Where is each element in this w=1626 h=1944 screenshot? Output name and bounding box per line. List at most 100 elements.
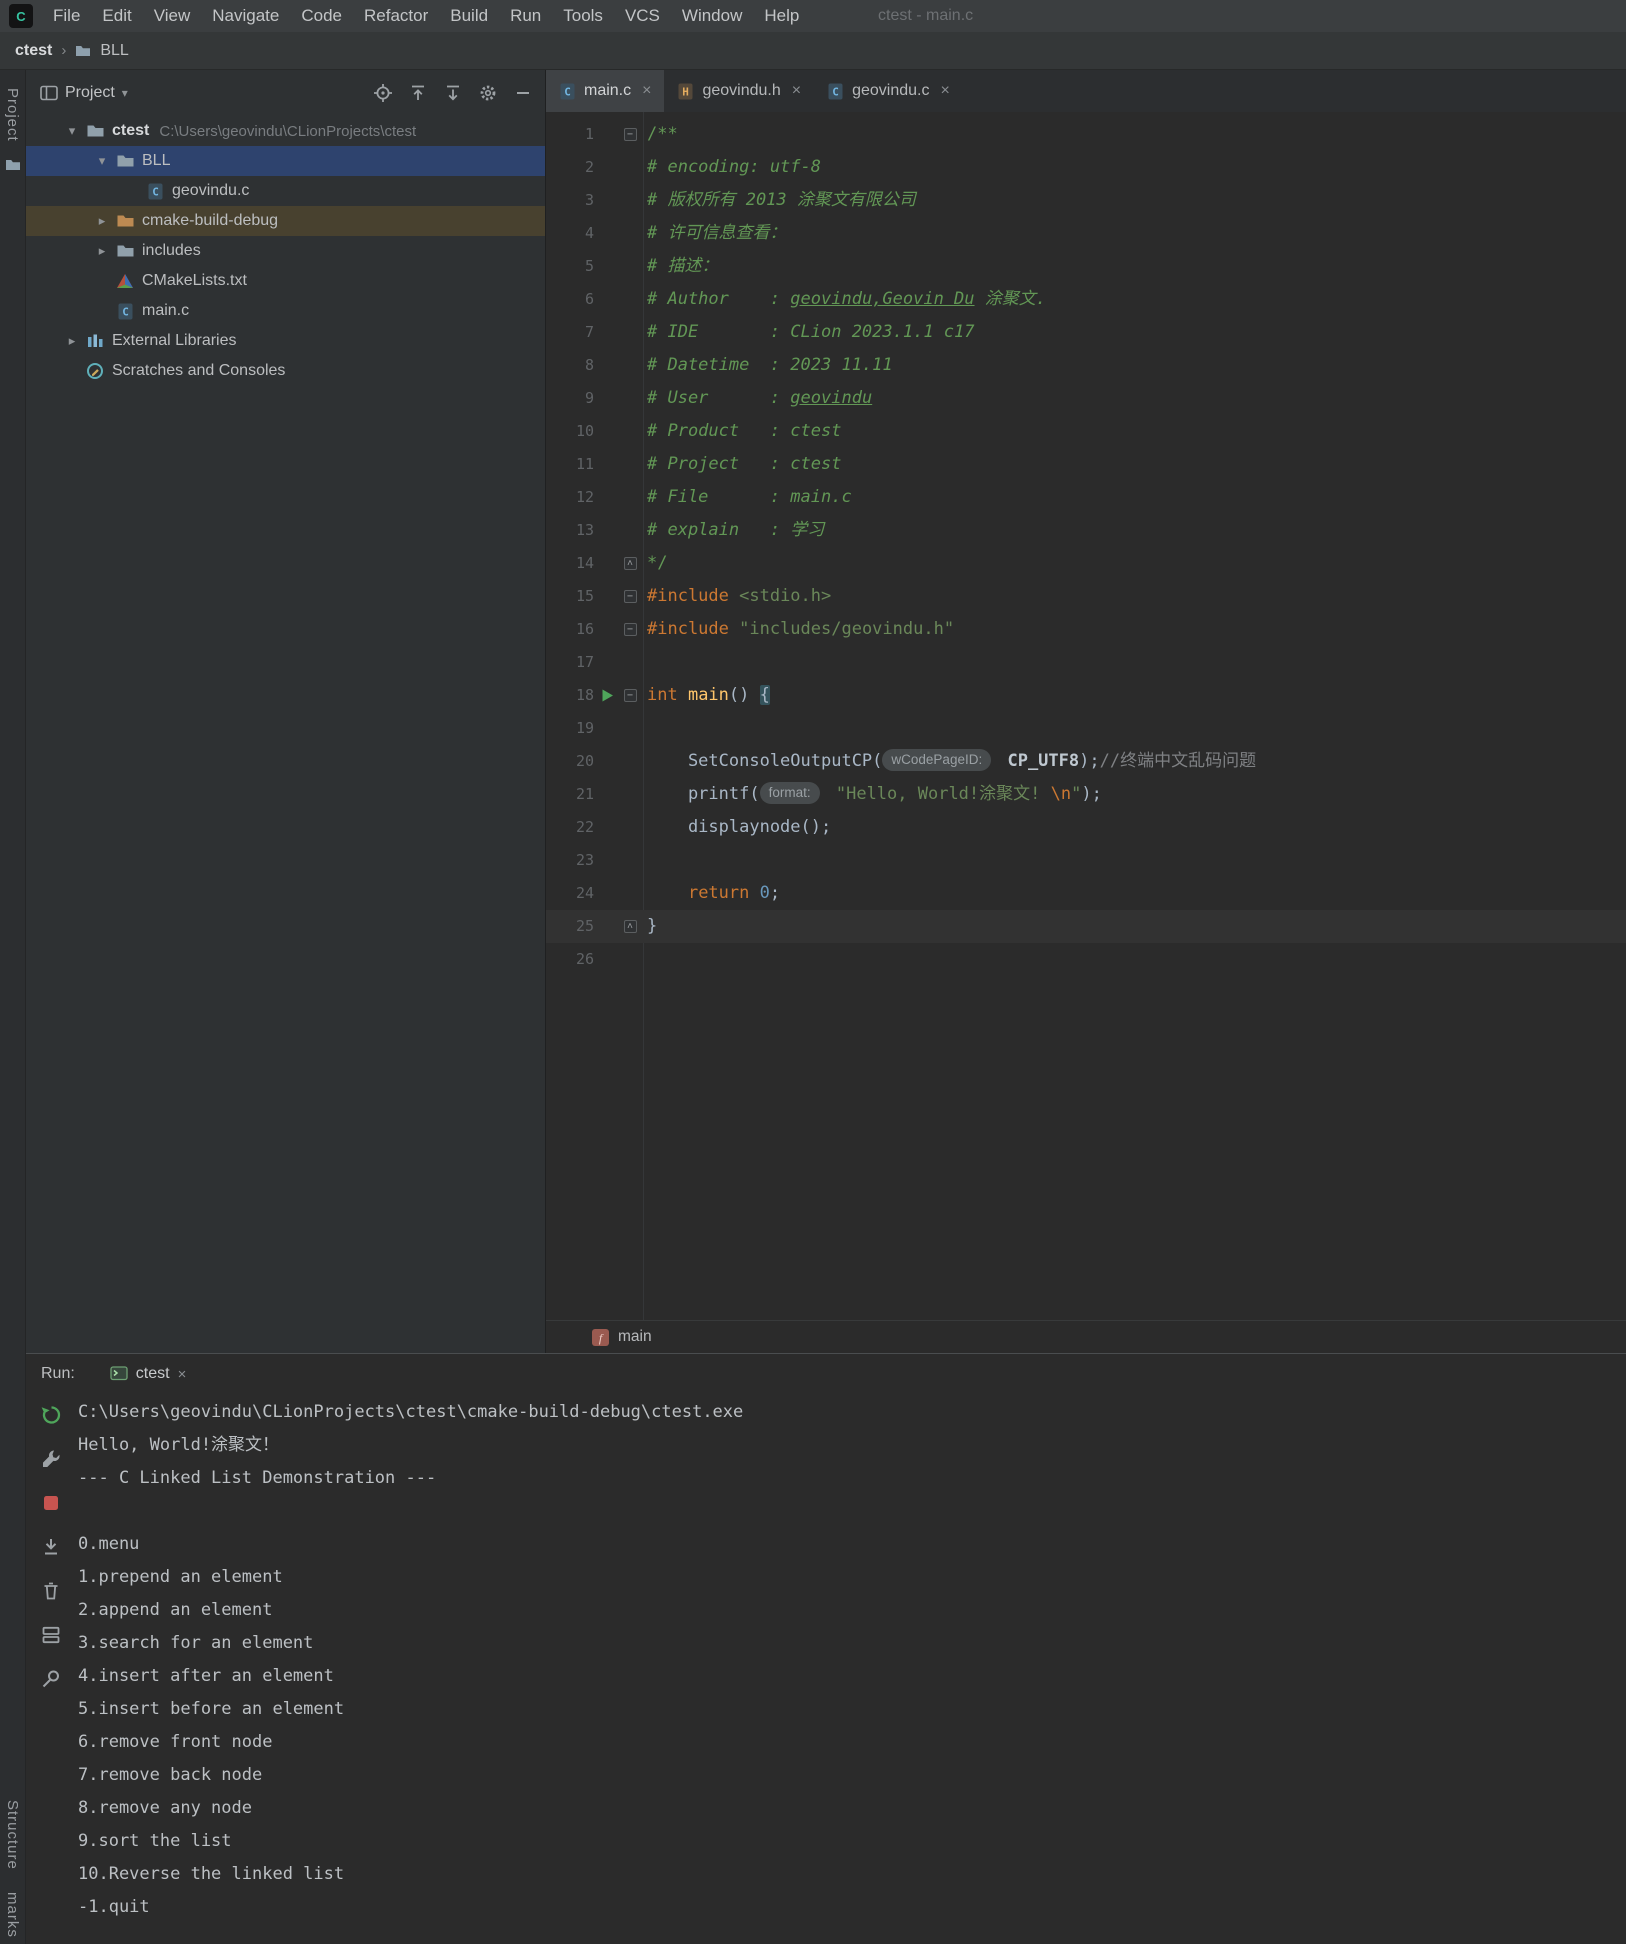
fold-region: − — [621, 128, 639, 141]
fold-icon[interactable]: − — [623, 590, 637, 603]
gutter: 20 — [546, 745, 643, 778]
tab-label: main.c — [584, 82, 632, 99]
project-panel-title[interactable]: Project — [65, 84, 115, 102]
menu-build[interactable]: Build — [439, 0, 499, 32]
code-line: 23 — [546, 844, 1626, 877]
collapse-all-button[interactable] — [443, 83, 463, 103]
tab-geovindu.c[interactable]: Cgeovindu.c × — [814, 70, 963, 112]
locate-file-button[interactable] — [373, 83, 393, 103]
console-line: 5.insert before an element — [78, 1699, 345, 1719]
tree-item-label: includes — [142, 242, 201, 259]
code-editor[interactable]: 1−/** 2 # encoding: utf-8 3 # 版权所有 2013 涂聚文有… — [546, 112, 1626, 1320]
tree-item-BLL[interactable]: ▾ BLL — [26, 146, 545, 176]
fold-icon[interactable]: ˄ — [623, 920, 637, 933]
close-icon[interactable]: × — [178, 1366, 187, 1383]
build-settings-button[interactable] — [38, 1446, 64, 1472]
line-number: 25 — [575, 917, 594, 935]
tree-item-Scratches and Consoles[interactable]: Scratches and Consoles — [26, 356, 545, 386]
code-token: \n — [1050, 784, 1072, 804]
run-line-icon[interactable] — [594, 688, 621, 703]
menu-code[interactable]: Code — [290, 0, 353, 32]
code-line: 5 # 描述： — [546, 250, 1626, 283]
run-tab-ctest[interactable]: ctest × — [101, 1354, 196, 1394]
stop-button[interactable] — [38, 1490, 64, 1516]
code-line: 2 # encoding: utf-8 — [546, 151, 1626, 184]
tree-item-cmake-build-debug[interactable]: ▸ cmake-build-debug — [26, 206, 545, 236]
line-number: 26 — [575, 950, 594, 968]
stripe-bookmarks-label[interactable]: marks — [4, 1892, 21, 1938]
console-line: 7.remove back node — [78, 1765, 263, 1785]
line-number: 4 — [584, 224, 594, 242]
stripe-structure-label[interactable]: Structure — [4, 1800, 21, 1870]
breadcrumb-project[interactable]: ctest — [15, 42, 52, 60]
close-icon[interactable]: × — [792, 82, 801, 100]
fold-icon[interactable]: ˄ — [623, 557, 637, 570]
fold-icon[interactable]: − — [623, 689, 637, 702]
gutter: 2 — [546, 151, 643, 184]
menu-navigate[interactable]: Navigate — [201, 0, 290, 32]
clion-logo-icon[interactable]: C — [8, 3, 34, 29]
code-text: # Project : ctest — [643, 448, 841, 481]
close-icon[interactable]: × — [642, 82, 651, 100]
rerun-button[interactable] — [38, 1402, 64, 1428]
code-token: # IDE : CLion 2023.1.1 c17 — [647, 322, 975, 342]
tree-item-main.c[interactable]: Cmain.c — [26, 296, 545, 326]
close-icon[interactable]: × — [941, 82, 950, 100]
breadcrumb-folder[interactable]: BLL — [100, 42, 128, 60]
tree-item-geovindu.c[interactable]: Cgeovindu.c — [26, 176, 545, 206]
code-line: 18 − int main() { — [546, 679, 1626, 712]
menu-tools[interactable]: Tools — [552, 0, 614, 32]
code-token: "Hello, World!涂聚文! — [835, 784, 1051, 804]
tree-item-External Libraries[interactable]: ▸ External Libraries — [26, 326, 545, 356]
tab-main.c[interactable]: Cmain.c × — [546, 70, 665, 112]
line-number: 8 — [584, 356, 594, 374]
tree-item-CMakeLists.txt[interactable]: CMakeLists.txt — [26, 266, 545, 296]
tree-item-label: External Libraries — [112, 332, 237, 349]
tab-geovindu.h[interactable]: Hgeovindu.h × — [664, 70, 814, 112]
menu-run[interactable]: Run — [499, 0, 552, 32]
stripe-folder-icon[interactable] — [5, 158, 21, 172]
menu-refactor[interactable]: Refactor — [353, 0, 439, 32]
line-number: 9 — [584, 389, 594, 407]
code-line: 4 # 许可信息查看： — [546, 217, 1626, 250]
code-token: main — [687, 685, 729, 705]
hide-button[interactable] — [513, 83, 533, 103]
fold-icon[interactable]: − — [623, 128, 637, 141]
restore-layout-button[interactable] — [38, 1622, 64, 1648]
line-number: 19 — [575, 719, 594, 737]
menu-vcs[interactable]: VCS — [614, 0, 671, 32]
scroll-from-source-button[interactable] — [408, 83, 428, 103]
breadcrumb-function[interactable]: main — [618, 1328, 652, 1346]
gutter: 22 — [546, 811, 643, 844]
console-output[interactable]: C:\Users\geovindu\CLionProjects\ctest\cm… — [78, 1396, 1616, 1944]
code-text: # IDE : CLion 2023.1.1 c17 — [643, 316, 975, 349]
stripe-project-label[interactable]: Project — [4, 88, 21, 142]
code-line: 14 ˄ */ — [546, 547, 1626, 580]
settings-button[interactable] — [478, 83, 498, 103]
chevron-down-icon[interactable]: ▾ — [122, 86, 128, 100]
menu-file[interactable]: File — [42, 0, 91, 32]
menu-edit[interactable]: Edit — [91, 0, 142, 32]
line-number: 20 — [575, 752, 594, 770]
line-number: 1 — [584, 125, 594, 143]
tree-item-includes[interactable]: ▸ includes — [26, 236, 545, 266]
menu-window[interactable]: Window — [671, 0, 753, 32]
code-line: 15 − #include <stdio.h> — [546, 580, 1626, 613]
gutter: 24 — [546, 877, 643, 910]
chevron-down-icon[interactable]: ▾ — [90, 153, 114, 169]
chevron-right-icon[interactable]: ▸ — [60, 333, 84, 349]
clear-all-button[interactable] — [38, 1578, 64, 1604]
chevron-right-icon[interactable]: ▸ — [90, 243, 114, 259]
chevron-right-icon[interactable]: ▸ — [90, 213, 114, 229]
chevron-down-icon[interactable]: ▾ — [60, 123, 84, 139]
tree-item-ctest[interactable]: ▾ ctest C:\Users\geovindu\CLionProjects\ct… — [26, 116, 545, 146]
fold-icon[interactable]: − — [623, 623, 637, 636]
fold-region: − — [621, 590, 639, 603]
scroll-to-end-button[interactable] — [38, 1534, 64, 1560]
pin-button[interactable] — [38, 1666, 64, 1692]
menu-bar: C File Edit View Navigate Code Refactor Build R… — [0, 0, 1626, 32]
line-number: 11 — [575, 455, 594, 473]
menu-view[interactable]: View — [143, 0, 202, 32]
line-number: 2 — [584, 158, 594, 176]
menu-help[interactable]: Help — [753, 0, 810, 32]
